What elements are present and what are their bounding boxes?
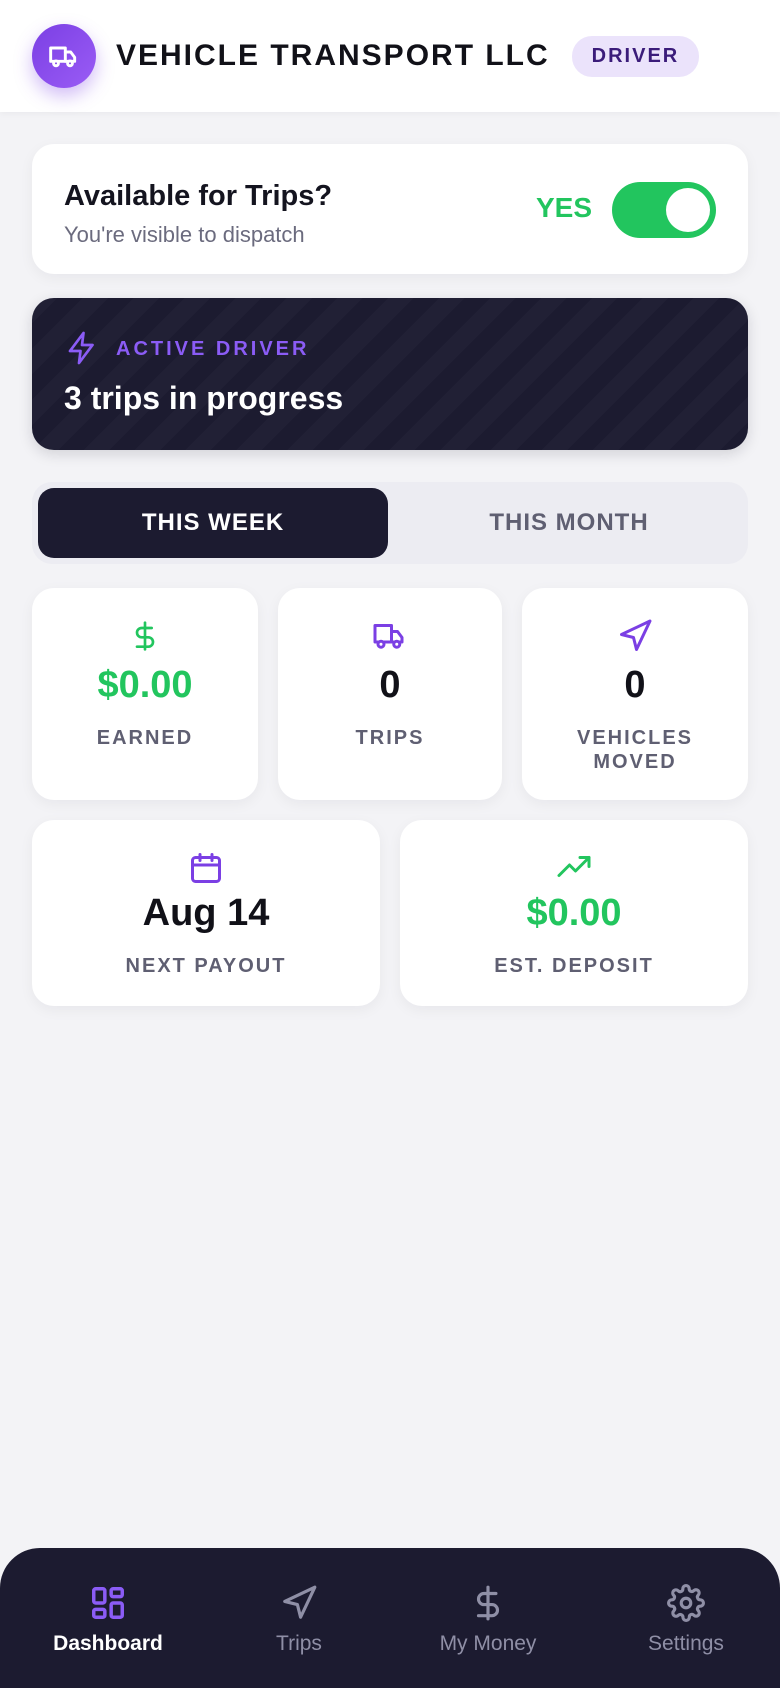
availability-title: Available for Trips? [64, 180, 333, 212]
stat-card-vehicles-moved: 0 VEHICLES MOVED [522, 588, 748, 800]
stat-value: 0 [624, 664, 646, 706]
bottom-nav: Dashboard Trips My Money Settings [0, 1548, 780, 1688]
toggle-knob [666, 188, 710, 232]
active-driver-banner: ACTIVE DRIVER 3 trips in progress [32, 298, 748, 450]
nav-label: My Money [439, 1632, 537, 1655]
stat-value: $0.00 [97, 664, 193, 706]
stat-label: EST. DEPOSIT [494, 955, 654, 977]
stat-card-earned: $0.00 EARNED [32, 588, 258, 800]
calendar-icon [188, 850, 224, 891]
lightning-icon [64, 330, 100, 371]
stat-label: EARNED [96, 727, 194, 749]
app-header: VEHICLE TRANSPORT LLC DRIVER [0, 0, 780, 112]
availability-status: YES [535, 192, 592, 223]
availability-subtitle: You're visible to dispatch [64, 222, 305, 247]
nav-item-dashboard[interactable]: Dashboard [44, 1584, 172, 1656]
nav-item-my-money[interactable]: My Money [426, 1584, 550, 1656]
app-title: VEHICLE TRANSPORT LLC [116, 39, 550, 72]
stat-value: Aug 14 [142, 892, 270, 934]
nav-label: Settings [648, 1632, 724, 1655]
truck-icon [372, 618, 408, 659]
nav-label: Dashboard [53, 1632, 163, 1655]
trending-up-icon [556, 850, 592, 891]
tab-this-month[interactable]: THIS MONTH [396, 488, 742, 558]
nav-item-settings[interactable]: Settings [626, 1584, 746, 1656]
navigation-icon [283, 1585, 317, 1619]
availability-toggle[interactable] [612, 182, 716, 238]
navigation-icon [617, 618, 653, 659]
dashboard-icon [92, 1587, 124, 1619]
dollar-icon [476, 1585, 499, 1621]
nav-item-trips[interactable]: Trips [244, 1584, 354, 1656]
banner-text: 3 trips in progress [64, 380, 344, 416]
stat-card-next-payout: Aug 14 NEXT PAYOUT [32, 820, 380, 1006]
nav-label: Trips [276, 1632, 322, 1655]
stat-value: 0 [379, 664, 401, 706]
stat-label: VEHICLES MOVED [576, 727, 694, 773]
stat-card-trips: 0 TRIPS [278, 588, 502, 800]
tab-this-week[interactable]: THIS WEEK [38, 488, 388, 558]
truck-icon [32, 24, 96, 88]
period-selector: THIS WEEK THIS MONTH [32, 482, 748, 564]
stat-label: TRIPS [355, 727, 425, 749]
dollar-icon [129, 618, 161, 659]
stat-label: NEXT PAYOUT [125, 955, 287, 977]
banner-label: ACTIVE DRIVER [116, 338, 310, 360]
gear-icon [667, 1584, 705, 1622]
availability-card: Available for Trips? You're visible to d… [32, 144, 748, 274]
stat-value: $0.00 [526, 892, 622, 934]
stat-card-est-deposit: $0.00 EST. DEPOSIT [400, 820, 748, 1006]
role-badge: DRIVER [571, 35, 700, 77]
